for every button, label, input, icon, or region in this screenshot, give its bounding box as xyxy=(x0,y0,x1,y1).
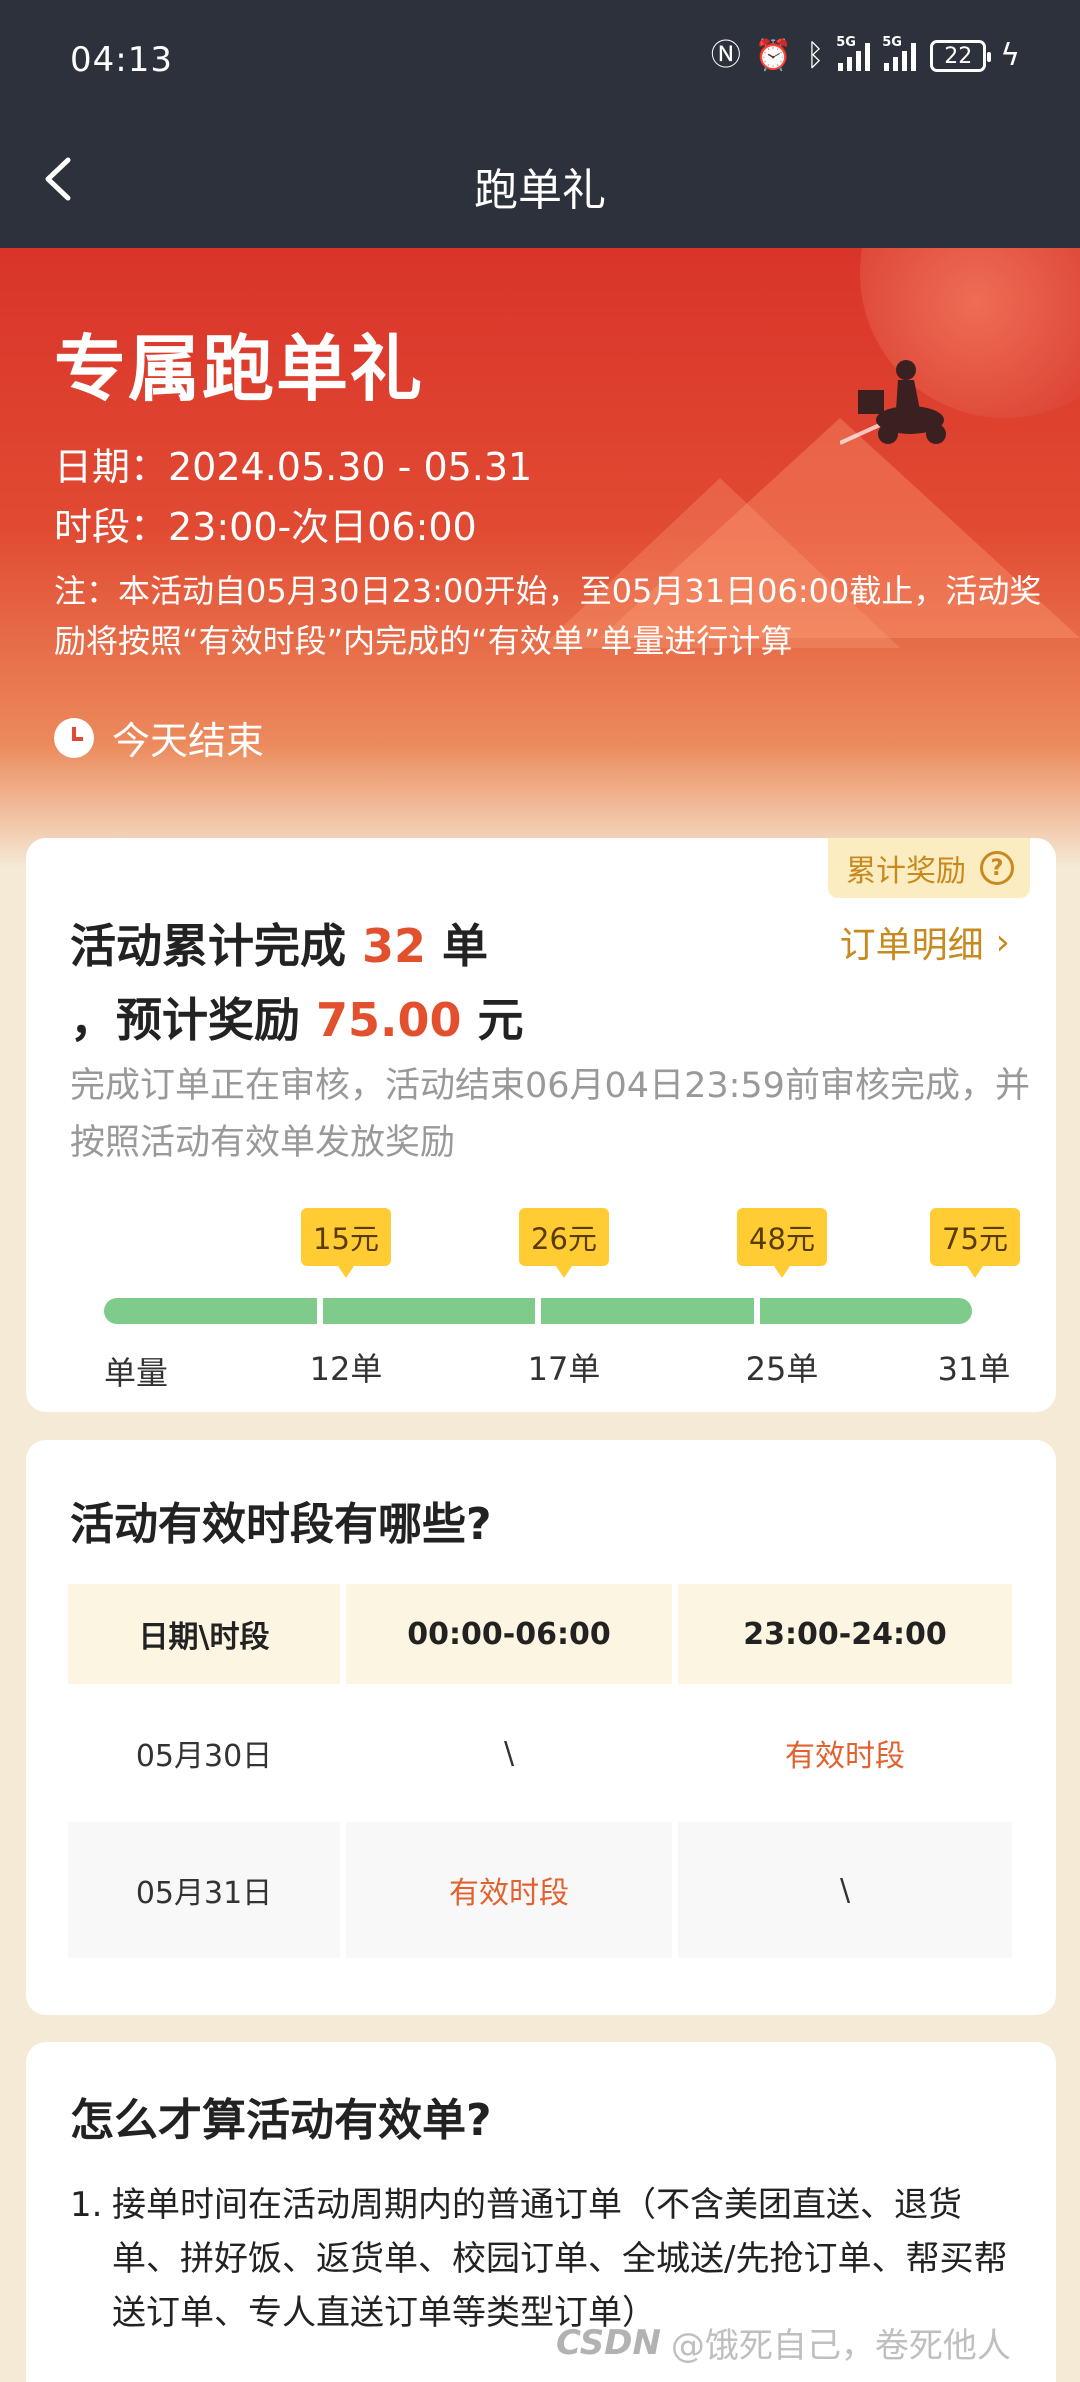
progress-segment xyxy=(759,1298,972,1324)
completed-orders-count: 32 xyxy=(362,919,427,973)
watermark: CSDN @饿死自己，卷死他人 xyxy=(556,2318,1011,2367)
table-cell-valid: 有效时段 xyxy=(346,1822,672,1958)
charging-icon: ϟ xyxy=(1000,38,1020,73)
table-cell-date: 05月31日 xyxy=(68,1822,340,1958)
progress-track xyxy=(104,1298,972,1324)
valid-periods-card: 活动有效时段有哪些? 日期\时段 00:00-06:00 23:00-24:00… xyxy=(26,1440,1056,2015)
expected-reward-suffix: 元 xyxy=(461,993,524,1047)
rule-text: 接单时间在活动周期内的普通订单（不含美团直送、退货单、拼好饭、返货单、校园订单、… xyxy=(112,2185,1008,2333)
order-detail-link[interactable]: 订单明细 › xyxy=(840,916,1010,968)
signal-type-label: 5G xyxy=(836,35,856,50)
status-icons: Ⓝ ⏰ ᛒ 5G 5G 22 ϟ xyxy=(710,35,1020,73)
page-title: 跑单礼 xyxy=(474,165,606,216)
tier-order-tick: 31单 xyxy=(937,1350,1011,1388)
tier-reward-bubble: 15元 xyxy=(301,1208,391,1278)
hero-banner: 专属跑单礼 日期：2024.05.30 - 05.31 时段：23:00-次日0… xyxy=(0,248,1080,868)
expected-reward-amount: 75.00 xyxy=(316,993,462,1047)
hero-date: 日期：2024.05.30 - 05.31 xyxy=(54,445,533,489)
order-unit-label: 单量 xyxy=(104,1354,169,1392)
chevron-right-icon: › xyxy=(995,921,1010,963)
signal-icon: 5G xyxy=(836,35,871,71)
valid-periods-table: 日期\时段 00:00-06:00 23:00-24:00 05月30日 \ 有… xyxy=(68,1584,1014,1958)
expected-reward-line: ，预计奖励 75.00 元 xyxy=(70,984,524,1050)
table-cell-valid: 有效时段 xyxy=(678,1684,1012,1822)
status-time: 04:13 xyxy=(70,40,173,80)
signal-icon-2: 5G xyxy=(882,35,917,71)
signal-type-label-2: 5G xyxy=(882,35,902,50)
completed-orders-line: 活动累计完成 32 单 xyxy=(70,910,488,976)
nav-bar: 跑单礼 xyxy=(0,110,1080,248)
tier-order-tick: 25单 xyxy=(745,1350,819,1388)
completed-orders-suffix: 单 xyxy=(426,919,489,973)
countdown-status: 今天结束 xyxy=(54,710,264,765)
rule-item: 1. 接单时间在活动周期内的普通订单（不含美团直送、退货单、拼好饭、返货单、校园… xyxy=(70,2178,1010,2340)
progress-segment xyxy=(104,1298,317,1324)
cumulative-reward-label: 累计奖励 xyxy=(846,854,966,889)
help-icon[interactable]: ? xyxy=(980,851,1014,885)
table-cell: \ xyxy=(678,1822,1012,1958)
table-header-cell: 00:00-06:00 xyxy=(346,1584,672,1684)
order-detail-label: 订单明细 xyxy=(839,925,984,966)
cumulative-reward-tag[interactable]: 累计奖励 ? xyxy=(828,838,1030,898)
table-row: 05月31日 有效时段 \ xyxy=(68,1822,1014,1958)
bluetooth-icon: ᛒ xyxy=(806,38,825,73)
nfc-icon: Ⓝ xyxy=(710,38,741,73)
alarm-icon: ⏰ xyxy=(754,38,793,73)
table-cell: \ xyxy=(346,1684,672,1822)
csdn-logo: CSDN xyxy=(556,2322,661,2363)
status-bar: 04:13 Ⓝ ⏰ ᛒ 5G 5G 22 ϟ xyxy=(0,0,1080,110)
hero-note: 注：本活动自05月30日23:00开始，至05月31日06:00截止，活动奖励将… xyxy=(54,572,1042,660)
tier-reward-bubble: 48元 xyxy=(737,1208,827,1278)
tier-order-tick: 17单 xyxy=(527,1350,601,1388)
completed-orders-prefix: 活动累计完成 xyxy=(70,919,363,973)
countdown-label: 今天结束 xyxy=(112,719,265,763)
hero-headline: 专属跑单礼 xyxy=(54,327,425,411)
rule-number: 1. xyxy=(70,2185,103,2225)
progress-card: 累计奖励 ? 活动累计完成 32 单 ，预计奖励 75.00 元 订单明细 › … xyxy=(26,838,1056,1412)
clock-icon xyxy=(54,717,94,758)
table-header-row: 日期\时段 00:00-06:00 23:00-24:00 xyxy=(68,1584,1014,1684)
progress-segment xyxy=(541,1298,754,1324)
tier-reward-bubble: 75元 xyxy=(930,1208,1020,1278)
battery-level: 22 xyxy=(944,43,973,69)
tier-progress: 15元 26元 48元 75元 单量 12单 17单 25单 31单 xyxy=(26,1208,1056,1392)
review-description: 完成订单正在审核，活动结束06月04日23:59前审核完成，并按照活动有效单发放… xyxy=(70,1066,1030,1163)
delivery-rider-icon xyxy=(840,360,946,445)
hero-time: 时段：23:00-次日06:00 xyxy=(54,505,477,549)
table-header-cell: 日期\时段 xyxy=(68,1584,340,1684)
tier-order-tick: 12单 xyxy=(309,1350,383,1388)
tier-reward-bubble: 26元 xyxy=(519,1208,609,1278)
rules-title: 怎么才算活动有效单? xyxy=(70,2095,492,2146)
table-row: 05月30日 \ 有效时段 xyxy=(68,1684,1014,1822)
battery-icon: 22 xyxy=(930,40,992,72)
table-header-cell: 23:00-24:00 xyxy=(678,1584,1012,1684)
expected-reward-prefix: ，预计奖励 xyxy=(70,993,317,1047)
valid-periods-title: 活动有效时段有哪些? xyxy=(70,1499,492,1550)
watermark-text: @饿死自己，卷死他人 xyxy=(670,2326,1011,2366)
table-cell-date: 05月30日 xyxy=(68,1684,340,1822)
progress-segment xyxy=(322,1298,535,1324)
